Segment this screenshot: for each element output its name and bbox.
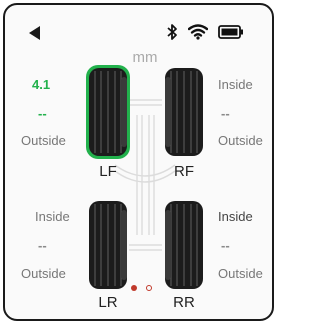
- rf-side: Outside: [218, 133, 263, 148]
- tire-lr[interactable]: [83, 196, 133, 294]
- rr-value: Inside: [218, 209, 253, 224]
- lf-name: LF: [99, 163, 117, 180]
- rr-side: Outside: [218, 266, 263, 281]
- lr-value: Inside: [35, 209, 70, 224]
- page-dot-2[interactable]: [146, 285, 152, 291]
- tire-rf[interactable]: [159, 63, 209, 161]
- rf-name: RF: [174, 163, 194, 180]
- tire-lf[interactable]: [83, 63, 133, 161]
- rr-name: RR: [173, 294, 195, 311]
- lf-middle: --: [38, 106, 47, 121]
- page-dot-1[interactable]: [131, 285, 137, 291]
- rr-middle: --: [221, 238, 230, 253]
- lr-name: LR: [98, 294, 118, 311]
- page-indicator: [5, 285, 272, 295]
- rf-middle: --: [221, 106, 230, 121]
- lr-middle: --: [38, 238, 47, 253]
- lf-side: Outside: [21, 133, 66, 148]
- device-screen: mm 4.1 -- Outside LF Inside -- Outside R…: [3, 3, 274, 321]
- lr-side: Outside: [21, 266, 66, 281]
- rf-value: Inside: [218, 77, 253, 92]
- tire-rr[interactable]: [159, 196, 209, 294]
- lf-value: 4.1: [32, 77, 51, 92]
